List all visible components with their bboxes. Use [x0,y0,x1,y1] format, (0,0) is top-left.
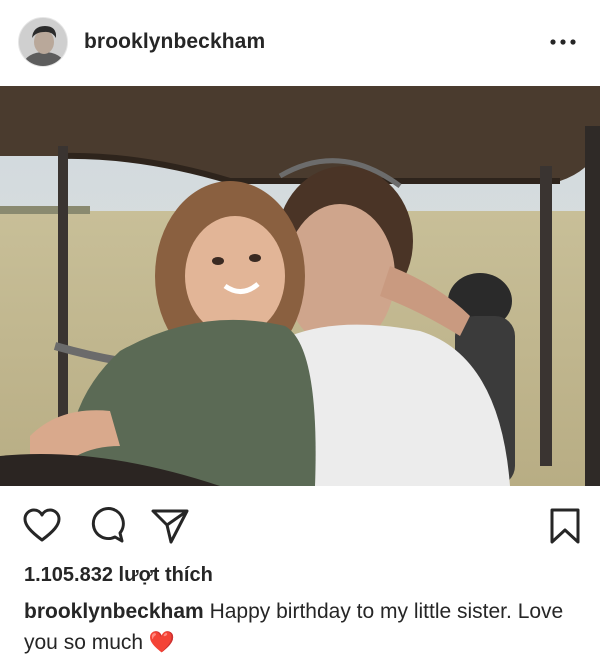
post-header: brooklynbeckham [0,0,600,86]
comment-bubble-icon[interactable] [87,506,127,546]
more-options-icon[interactable] [548,32,578,52]
caption-username[interactable]: brooklynbeckham [24,600,204,623]
username[interactable]: brooklynbeckham [84,30,265,54]
avatar[interactable] [18,17,68,67]
bookmark-icon[interactable] [545,506,585,546]
post-image[interactable] [0,86,600,486]
heart-outline-icon[interactable] [22,506,62,546]
red-heart-emoji-icon: ❤️ [148,630,176,654]
likes-count[interactable]: 1.105.832 lượt thích [24,564,213,587]
action-bar [0,486,600,562]
paper-plane-icon[interactable] [150,506,190,546]
caption: brooklynbeckham Happy birthday to my lit… [24,597,584,658]
